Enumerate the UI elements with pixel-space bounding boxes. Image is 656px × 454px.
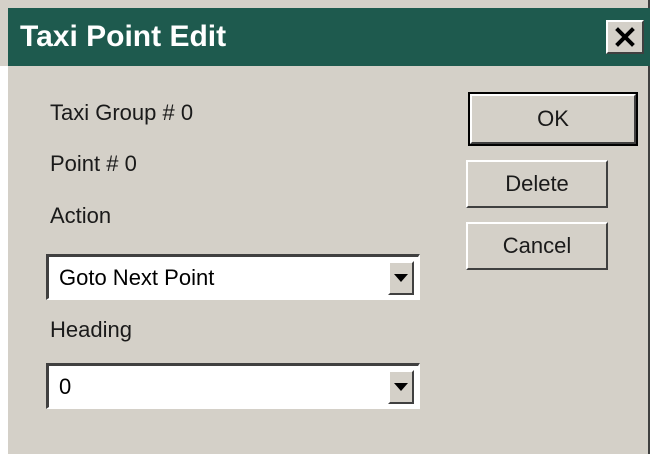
delete-button[interactable]: Delete	[466, 160, 608, 208]
chevron-down-icon	[394, 383, 408, 391]
point-label: Point # 0	[50, 151, 137, 176]
window-title: Taxi Point Edit	[20, 20, 227, 53]
heading-dropdown-value: 0	[59, 374, 72, 399]
taxi-group-label: Taxi Group # 0	[50, 100, 194, 125]
taxi-point-edit-dialog: Taxi Point Edit Taxi Group # 0 Point # 0…	[0, 0, 650, 454]
title-bar[interactable]: Taxi Point Edit	[8, 8, 650, 66]
close-button[interactable]	[606, 20, 644, 54]
action-dropdown-button[interactable]	[388, 261, 414, 295]
ok-button[interactable]: OK	[468, 92, 638, 146]
chevron-down-icon	[394, 274, 408, 282]
action-label: Action	[50, 203, 112, 228]
heading-label: Heading	[50, 317, 132, 342]
close-icon	[615, 27, 635, 47]
cancel-button[interactable]: Cancel	[466, 222, 608, 270]
action-dropdown[interactable]: Goto Next Point	[46, 254, 420, 300]
action-dropdown-value: Goto Next Point	[59, 265, 215, 290]
heading-dropdown-button[interactable]	[388, 370, 414, 404]
window-left-edge	[0, 66, 8, 454]
heading-dropdown[interactable]: 0	[46, 363, 420, 409]
